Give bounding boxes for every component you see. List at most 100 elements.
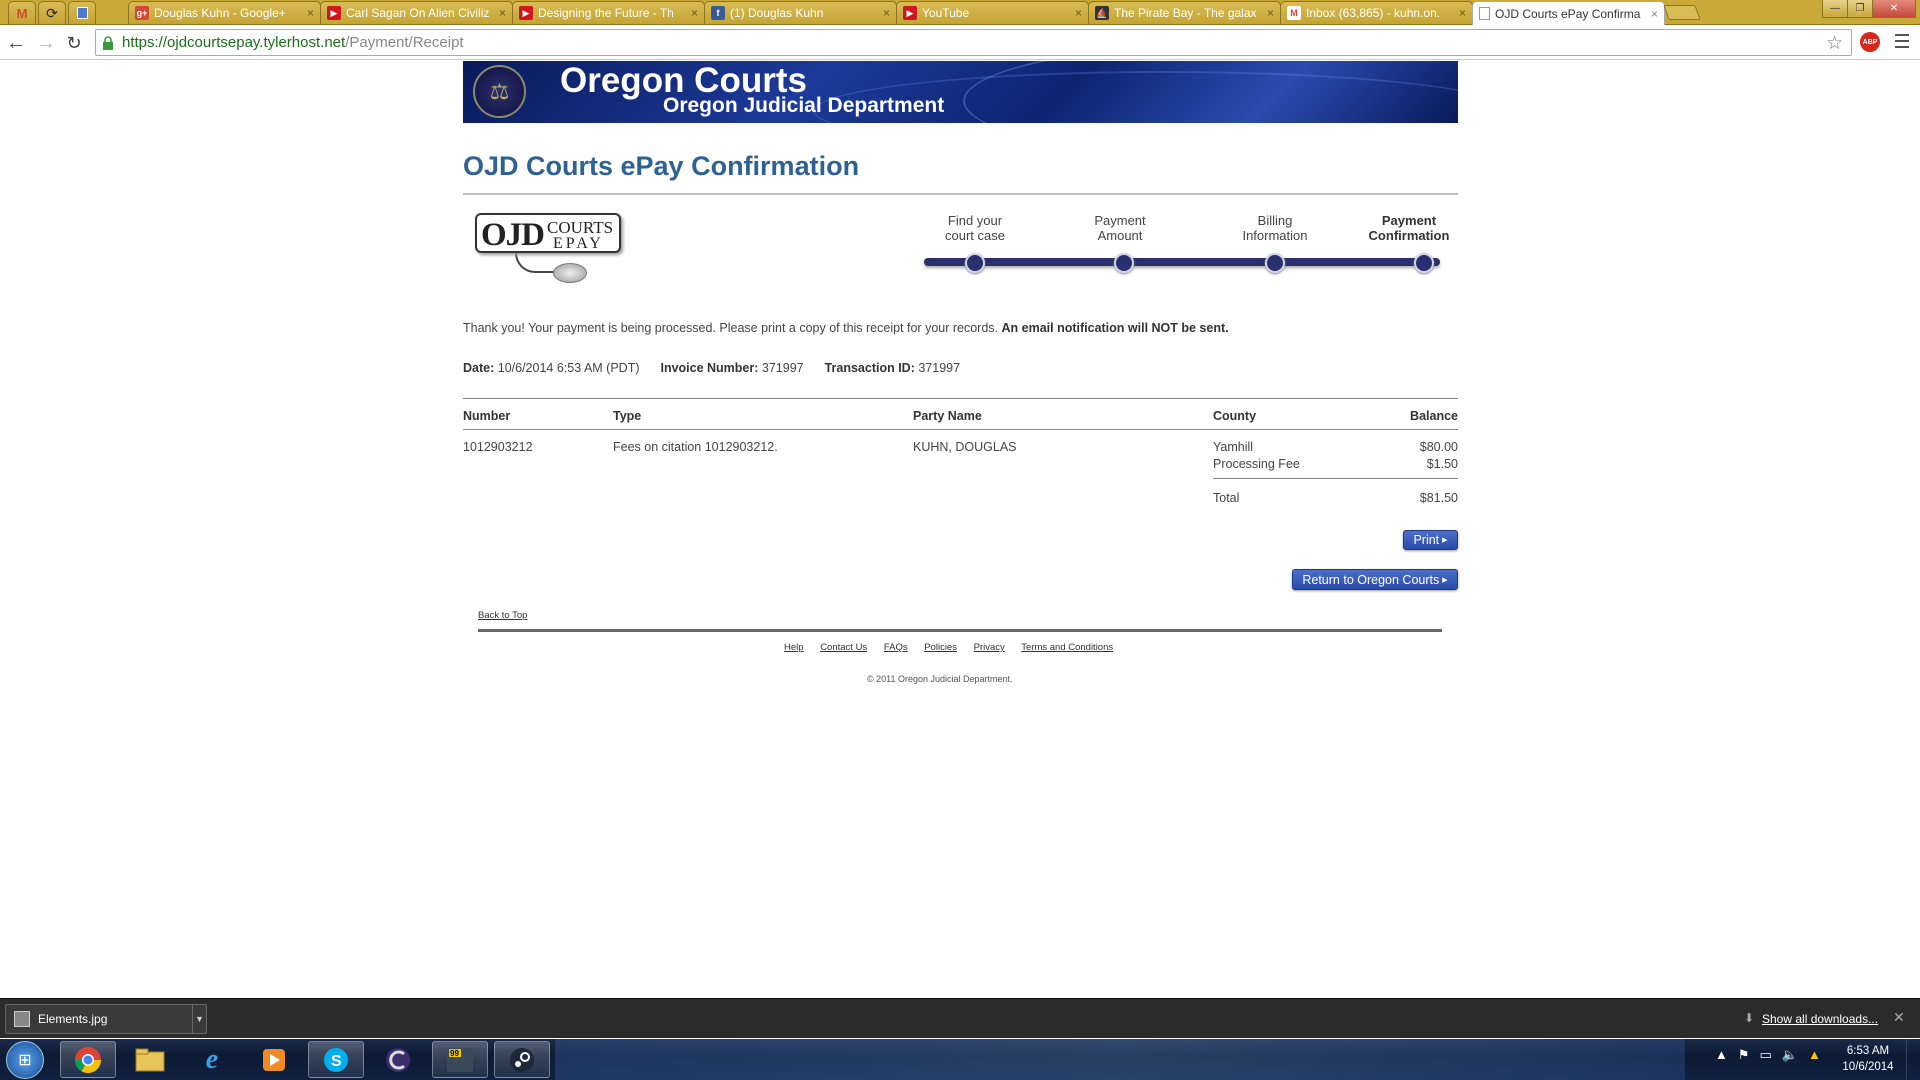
tab-gmail-inbox[interactable]: M Inbox (63,865) - kuhn.on. × <box>1280 1 1473 24</box>
taskbar-background <box>555 1039 1685 1080</box>
close-icon[interactable]: × <box>883 6 890 20</box>
steam-icon[interactable] <box>494 1041 550 1078</box>
skype-icon[interactable]: S <box>308 1041 364 1078</box>
footer-link-contact[interactable]: Contact Us <box>820 642 867 653</box>
lock-icon <box>102 35 114 50</box>
close-icon[interactable]: × <box>1267 6 1274 20</box>
tab-piratebay[interactable]: ⛵ The Pirate Bay - The galax × <box>1088 1 1281 24</box>
step-dot <box>1265 253 1285 273</box>
close-icon[interactable]: × <box>1075 6 1082 20</box>
tab-youtube[interactable]: ▶ YouTube × <box>896 1 1089 24</box>
pinned-tab-gmail[interactable]: M <box>8 1 36 24</box>
close-icon[interactable]: ✕ <box>1893 1009 1905 1026</box>
footer-link-help[interactable]: Help <box>784 642 804 653</box>
volume-icon[interactable]: 🔈 <box>1782 1047 1798 1063</box>
return-label: Return to Oregon Courts <box>1302 572 1440 587</box>
chrome-refresh-icon: ⟳ <box>46 4 58 21</box>
step-label-line: court case <box>945 228 1005 243</box>
step-label-line: Find your <box>947 213 1003 228</box>
logo-ojd-text: OJD <box>481 217 545 253</box>
tab-title: YouTube <box>922 6 970 20</box>
close-icon[interactable]: × <box>691 6 698 20</box>
new-tab-button[interactable] <box>1663 5 1701 20</box>
tab-googleplus[interactable]: g+ Douglas Kuhn - Google+ × <box>128 1 321 24</box>
receipt-meta: Date: 10/6/2014 6:53 AM (PDT) Invoice Nu… <box>463 361 960 375</box>
windows-taskbar: ⊞ e S 99 ▲ ⚑ ▭ 🔈 ▲ 6:53 AM 10/6/2014 <box>0 1039 1920 1080</box>
tab-title: Carl Sagan On Alien Civiliz <box>346 6 490 20</box>
svg-text:S: S <box>331 1053 342 1070</box>
col-county: County <box>1213 409 1257 423</box>
minimize-icon: — <box>1830 3 1840 14</box>
99-game-icon[interactable]: 99 <box>432 1041 488 1078</box>
close-icon[interactable]: × <box>499 6 506 20</box>
processing-fee-amount: $1.50 <box>1426 457 1458 471</box>
internet-explorer-icon[interactable]: e <box>184 1041 240 1078</box>
tab-title: (1) Douglas Kuhn <box>730 6 824 20</box>
chrome-menu-icon[interactable] <box>1895 34 1909 50</box>
network-icon[interactable]: ▭ <box>1760 1047 1772 1063</box>
media-player-icon[interactable] <box>246 1041 302 1078</box>
footer-link-policies[interactable]: Policies <box>924 642 957 653</box>
minimize-button[interactable]: — <box>1822 0 1848 18</box>
tab-ojd-active[interactable]: OJD Courts ePay Confirma × <box>1472 1 1665 25</box>
chevron-down-icon[interactable]: ▼ <box>192 1005 206 1033</box>
address-bar[interactable]: https://ojdcourtsepay.tylerhost.net/Paym… <box>95 29 1852 56</box>
tab-facebook[interactable]: f (1) Douglas Kuhn × <box>704 1 897 24</box>
back-button[interactable]: ← <box>4 31 28 55</box>
print-label: Print <box>1413 533 1440 547</box>
back-to-top-link[interactable]: Back to Top <box>478 610 527 621</box>
tab-youtube-designing[interactable]: ▶ Designing the Future - Th × <box>512 1 705 24</box>
youtube-icon: ▶ <box>519 6 533 20</box>
explorer-folder-icon[interactable] <box>122 1041 178 1078</box>
close-icon[interactable]: × <box>1651 7 1658 21</box>
logo-epay-text: EPAY <box>553 235 604 252</box>
adblock-plus-icon[interactable]: ABP <box>1860 32 1880 52</box>
ccleaner-icon[interactable] <box>370 1041 426 1078</box>
copyright: © 2011 Oregon Judicial Department. <box>867 674 1013 684</box>
tray-expand-icon[interactable]: ▲ <box>1715 1047 1728 1063</box>
tab-youtube-sagan[interactable]: ▶ Carl Sagan On Alien Civiliz × <box>320 1 513 24</box>
pinned-tab-docs[interactable] <box>68 1 96 24</box>
start-orb[interactable]: ⊞ <box>6 1041 44 1079</box>
svg-text:99: 99 <box>450 1049 459 1058</box>
arrow-right-icon: ▶ <box>1442 576 1448 584</box>
pinned-tab-refresh[interactable]: ⟳ <box>38 1 66 24</box>
progress-track <box>924 258 1440 266</box>
youtube-icon: ▶ <box>903 6 917 20</box>
close-window-button[interactable]: ✕ <box>1872 0 1916 18</box>
step-label-line: Payment <box>1094 213 1146 228</box>
footer-divider <box>478 629 1442 632</box>
show-desktop-button[interactable] <box>1906 1039 1920 1080</box>
close-icon[interactable]: × <box>307 6 314 20</box>
reload-button[interactable]: ↻ <box>62 31 86 55</box>
download-filename: Elements.jpg <box>38 1012 108 1026</box>
col-balance: Balance <box>1410 409 1458 423</box>
clock-date: 10/6/2014 <box>1842 1061 1894 1073</box>
transaction-label: Transaction ID: <box>824 361 915 375</box>
google-drive-icon[interactable]: ▲ <box>1808 1047 1821 1063</box>
download-item[interactable]: Elements.jpg ▼ <box>5 1004 207 1034</box>
receipt-table: Number Type Party Name County Balance 10… <box>463 398 1458 505</box>
footer-links: Help Contact Us FAQs Policies Privacy Te… <box>784 642 1127 653</box>
restore-button[interactable]: ❐ <box>1847 0 1873 18</box>
bookmark-star-icon[interactable]: ☆ <box>1826 32 1843 55</box>
chrome-icon[interactable] <box>60 1041 116 1078</box>
action-center-flag-icon[interactable]: ⚑ <box>1738 1047 1750 1063</box>
forward-button[interactable]: → <box>34 31 58 55</box>
taskbar-clock[interactable]: 6:53 AM 10/6/2014 <box>1838 1043 1898 1075</box>
step-payment-amount: Payment Amount <box>1065 213 1175 243</box>
footer-link-privacy[interactable]: Privacy <box>974 642 1005 653</box>
return-to-oregon-courts-button[interactable]: Return to Oregon Courts ▶ <box>1292 569 1458 590</box>
step-label-line: Information <box>1242 228 1308 243</box>
close-icon[interactable]: × <box>1459 6 1466 20</box>
footer-link-terms[interactable]: Terms and Conditions <box>1021 642 1113 653</box>
system-tray: ▲ ⚑ ▭ 🔈 ▲ <box>1715 1047 1821 1063</box>
col-number: Number <box>463 409 511 423</box>
footer-link-faqs[interactable]: FAQs <box>884 642 908 653</box>
col-type: Type <box>613 409 642 423</box>
date-label: Date: <box>463 361 495 375</box>
show-all-downloads-link[interactable]: Show all downloads... <box>1762 1012 1878 1026</box>
gmail-icon: M <box>16 5 28 21</box>
print-button[interactable]: Print ▶ <box>1403 530 1458 550</box>
step-dot <box>965 253 985 273</box>
